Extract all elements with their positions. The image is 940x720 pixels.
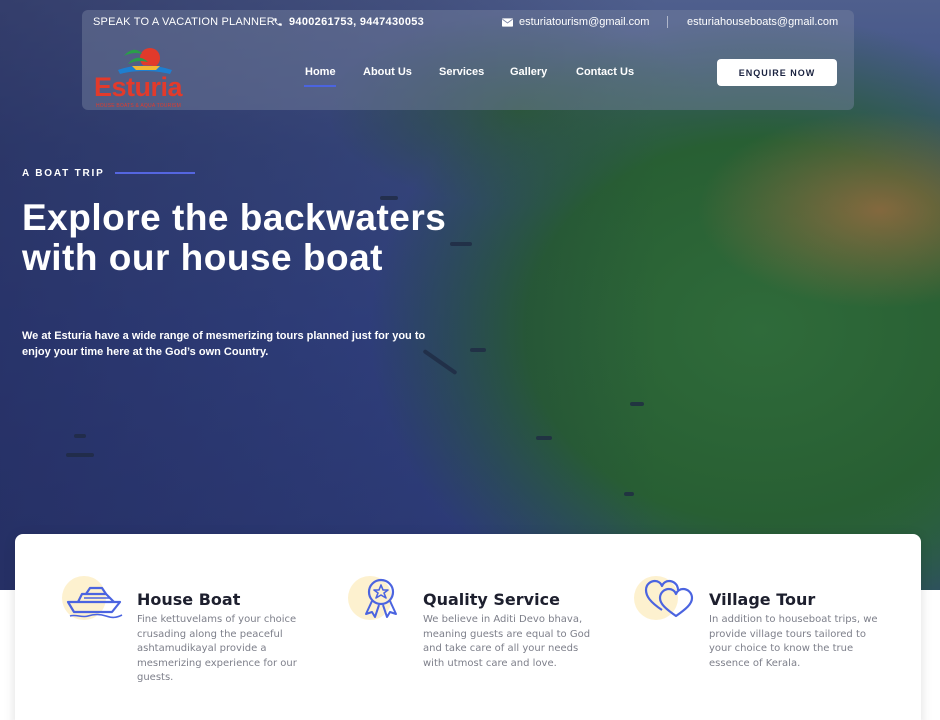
nav-active-indicator	[304, 85, 336, 87]
boat-speck	[66, 453, 94, 457]
email-primary-text: esturiatourism@gmail.com	[519, 16, 650, 28]
hearts-icon	[644, 579, 694, 618]
nav-services[interactable]: Services	[439, 66, 484, 78]
vacation-planner-label: SPEAK TO A VACATION PLANNER	[93, 16, 275, 28]
feature-title: Village Tour	[709, 590, 816, 609]
feature-icon-wrap	[62, 576, 126, 620]
feature-icon-wrap	[348, 576, 412, 620]
site-logo[interactable]: Esturia HOUSE BOATS & AQUA TOURISM	[94, 44, 194, 109]
feature-icon-wrap	[634, 576, 698, 620]
feature-title: House Boat	[137, 590, 241, 609]
top-contact-bar: SPEAK TO A VACATION PLANNER 9400261753, …	[82, 10, 854, 34]
enquire-now-button[interactable]: ENQUIRE NOW	[717, 59, 837, 86]
boat-speck	[470, 348, 486, 352]
phone-numbers-text: 9400261753, 9447430053	[289, 16, 425, 28]
topbar-divider	[667, 16, 668, 28]
logo-tagline: HOUSE BOATS & AQUA TOURISM	[96, 103, 181, 109]
nav-home[interactable]: Home	[305, 66, 336, 78]
nav-contact-us[interactable]: Contact Us	[576, 66, 634, 78]
eyebrow-divider	[115, 172, 195, 174]
feature-title: Quality Service	[423, 590, 560, 609]
feature-text: We believe in Aditi Devo bhava, meaning …	[423, 614, 591, 669]
feature-text: Fine kettuvelams of your choice crusadin…	[137, 614, 297, 683]
features-card: House Boat Fine kettuvelams of your choi…	[15, 534, 921, 720]
boat-icon	[66, 586, 123, 619]
nav-gallery[interactable]: Gallery	[510, 66, 547, 78]
email-primary-link[interactable]: esturiatourism@gmail.com	[502, 16, 649, 28]
hero-description: We at Esturia have a wide range of mesme…	[22, 330, 426, 358]
award-badge-icon	[365, 578, 397, 618]
hero-eyebrow: A BOAT TRIP	[22, 168, 105, 179]
logo-wordmark: Esturia	[94, 72, 183, 102]
hero-title: Explore the backwaters with our house bo…	[22, 197, 447, 278]
boat-speck	[74, 434, 86, 438]
feature-text: In addition to houseboat trips, we provi…	[709, 614, 878, 669]
boat-speck	[630, 402, 644, 406]
site-header: SPEAK TO A VACATION PLANNER 9400261753, …	[82, 10, 854, 110]
phone-numbers[interactable]: 9400261753, 9447430053	[273, 16, 424, 28]
email-secondary-link[interactable]: esturiahouseboats@gmail.com	[687, 16, 838, 28]
boat-speck	[536, 436, 552, 440]
nav-about-us[interactable]: About Us	[363, 66, 412, 78]
boat-speck	[624, 492, 634, 496]
phone-icon	[274, 18, 282, 26]
mail-icon	[502, 17, 513, 27]
